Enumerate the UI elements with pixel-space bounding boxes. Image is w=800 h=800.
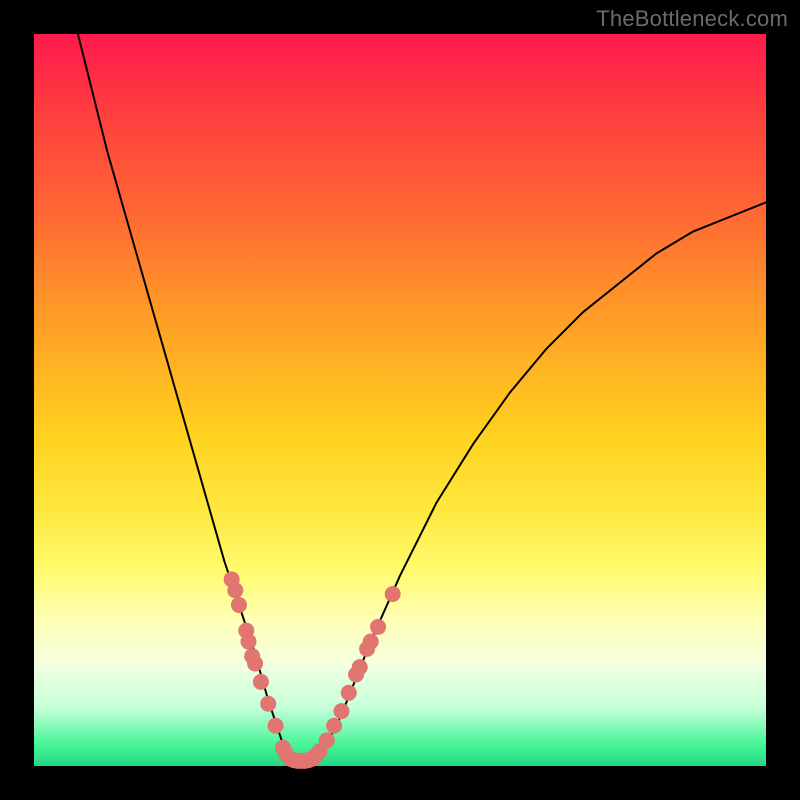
data-marker	[247, 656, 263, 672]
data-marker	[268, 718, 284, 734]
data-marker	[227, 582, 243, 598]
data-marker	[385, 586, 401, 602]
data-marker	[333, 703, 349, 719]
data-marker	[363, 634, 379, 650]
data-marker	[370, 619, 386, 635]
data-marker	[341, 685, 357, 701]
curve-markers	[224, 571, 401, 769]
plot-area	[34, 34, 766, 766]
data-marker	[240, 634, 256, 650]
data-marker	[260, 696, 276, 712]
data-marker	[231, 597, 247, 613]
data-marker	[253, 674, 269, 690]
chart-svg	[34, 34, 766, 766]
watermark-text: TheBottleneck.com	[596, 6, 788, 32]
chart-frame: TheBottleneck.com	[0, 0, 800, 800]
data-marker	[352, 659, 368, 675]
data-marker	[326, 718, 342, 734]
data-marker	[319, 732, 335, 748]
curve-line	[78, 34, 766, 762]
